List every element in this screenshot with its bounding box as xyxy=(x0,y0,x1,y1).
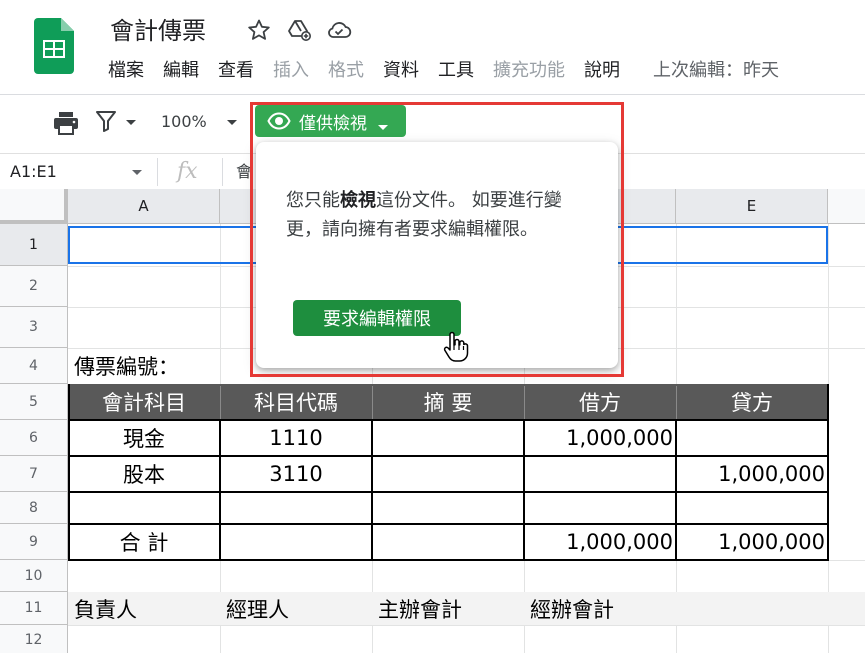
table-border xyxy=(68,523,828,525)
table-header-debit[interactable]: 借方 xyxy=(524,384,676,420)
select-all-corner[interactable] xyxy=(0,189,68,224)
menu-data[interactable]: 資料 xyxy=(383,58,419,84)
signature-label[interactable]: 負責人 xyxy=(68,592,220,625)
column-header-a[interactable]: A xyxy=(68,189,220,224)
table-cell[interactable] xyxy=(524,456,676,492)
menu-tools[interactable]: 工具 xyxy=(438,58,474,84)
table-border xyxy=(675,420,677,561)
sheets-logo-icon[interactable] xyxy=(34,18,74,74)
header-divider xyxy=(0,94,865,95)
signature-label[interactable]: 主辦會計 xyxy=(372,592,524,625)
table-border xyxy=(68,455,828,457)
table-header-credit[interactable]: 貸方 xyxy=(676,384,828,420)
cloud-saved-icon[interactable] xyxy=(326,16,352,44)
row-header-4[interactable]: 4 xyxy=(0,348,68,384)
formula-separator xyxy=(157,158,158,186)
menu-bar: 檔案 編輯 查看 插入 格式 資料 工具 擴充功能 說明 上次編輯：昨天 xyxy=(108,58,779,84)
row-header-10[interactable]: 10 xyxy=(0,560,68,592)
menu-view[interactable]: 查看 xyxy=(218,58,254,84)
table-cell[interactable]: 股本 xyxy=(68,456,220,492)
move-to-drive-icon[interactable] xyxy=(286,16,312,44)
table-border xyxy=(827,384,829,561)
signature-label[interactable]: 經辦會計 xyxy=(524,592,676,625)
header-divider-line xyxy=(372,386,373,419)
menu-edit[interactable]: 編輯 xyxy=(163,58,199,84)
menu-file[interactable]: 檔案 xyxy=(108,58,144,84)
table-border xyxy=(68,491,828,493)
row-header-1[interactable]: 1 xyxy=(0,224,68,266)
table-border xyxy=(523,420,525,561)
menu-extensions[interactable]: 擴充功能 xyxy=(493,58,565,84)
zoom-select[interactable]: 100% xyxy=(161,110,207,134)
chevron-down-icon[interactable] xyxy=(130,164,144,178)
table-cell[interactable]: 1110 xyxy=(220,420,372,456)
header-divider-line xyxy=(220,386,221,419)
formula-separator xyxy=(222,158,223,186)
table-border xyxy=(68,419,828,421)
fx-icon: fx xyxy=(174,156,204,186)
star-icon[interactable] xyxy=(246,16,272,44)
table-cell[interactable]: 1,000,000 xyxy=(524,420,676,456)
menu-insert[interactable]: 插入 xyxy=(273,58,309,84)
fx-text: fx xyxy=(175,159,198,184)
print-icon[interactable] xyxy=(52,110,80,136)
column-header-f[interactable] xyxy=(828,189,865,224)
signature-label[interactable]: 經理人 xyxy=(220,592,372,625)
table-header-code[interactable]: 科目代碼 xyxy=(220,384,372,420)
last-edit-link[interactable]: 上次編輯：昨天 xyxy=(653,58,779,84)
row-header-5[interactable]: 5 xyxy=(0,384,68,420)
document-title[interactable]: 會計傳票 xyxy=(110,14,206,48)
chevron-down-icon[interactable] xyxy=(224,112,240,132)
header-divider-line xyxy=(524,386,525,419)
menu-format[interactable]: 格式 xyxy=(328,58,364,84)
total-credit[interactable]: 1,000,000 xyxy=(676,524,828,560)
filter-icon[interactable] xyxy=(94,108,142,136)
table-cell[interactable]: 現金 xyxy=(68,420,220,456)
row-header-11[interactable]: 11 xyxy=(0,592,68,625)
total-label[interactable]: 合 計 xyxy=(68,524,220,560)
name-box[interactable]: A1:E1 xyxy=(10,160,57,184)
total-debit[interactable]: 1,000,000 xyxy=(524,524,676,560)
table-cell[interactable] xyxy=(68,492,220,524)
header-divider-line xyxy=(676,386,677,419)
table-cell[interactable]: 1,000,000 xyxy=(676,456,828,492)
row-header-8[interactable]: 8 xyxy=(0,492,68,524)
table-cell[interactable] xyxy=(676,420,828,456)
table-border xyxy=(371,420,373,561)
table-cell[interactable] xyxy=(372,420,524,456)
table-border xyxy=(68,559,828,561)
row-header-6[interactable]: 6 xyxy=(0,420,68,456)
table-header-summary[interactable]: 摘 要 xyxy=(372,384,524,420)
highlight-annotation xyxy=(250,102,624,377)
table-cell[interactable] xyxy=(372,456,524,492)
table-header-account[interactable]: 會計科目 xyxy=(68,384,220,420)
table-cell[interactable]: 3110 xyxy=(220,456,372,492)
table-border xyxy=(68,384,70,561)
row-header-12[interactable]: 12 xyxy=(0,625,68,653)
row-header-2[interactable]: 2 xyxy=(0,266,68,307)
table-border xyxy=(219,420,221,561)
row-header-3[interactable]: 3 xyxy=(0,307,68,348)
gridline xyxy=(68,625,865,626)
row-header-9[interactable]: 9 xyxy=(0,524,68,560)
row-header-7[interactable]: 7 xyxy=(0,456,68,492)
column-header-e[interactable]: E xyxy=(676,189,828,224)
menu-help[interactable]: 說明 xyxy=(584,58,620,84)
